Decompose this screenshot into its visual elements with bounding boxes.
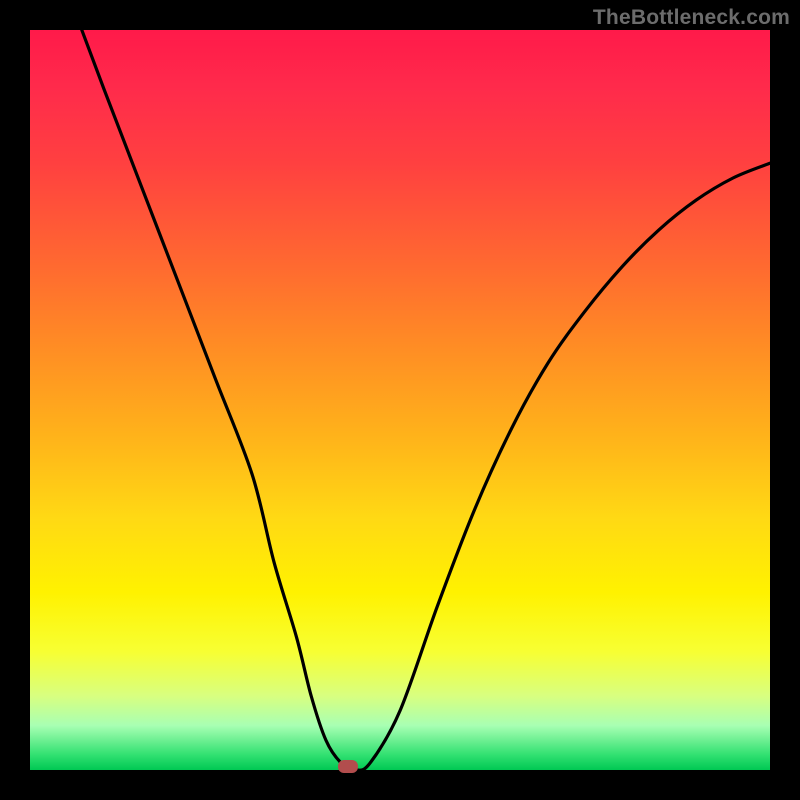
optimum-marker (338, 760, 358, 773)
watermark-text: TheBottleneck.com (593, 6, 790, 30)
plot-area (30, 30, 770, 770)
chart-container: TheBottleneck.com (0, 0, 800, 800)
curve-path (82, 30, 770, 770)
bottleneck-curve (30, 30, 770, 770)
